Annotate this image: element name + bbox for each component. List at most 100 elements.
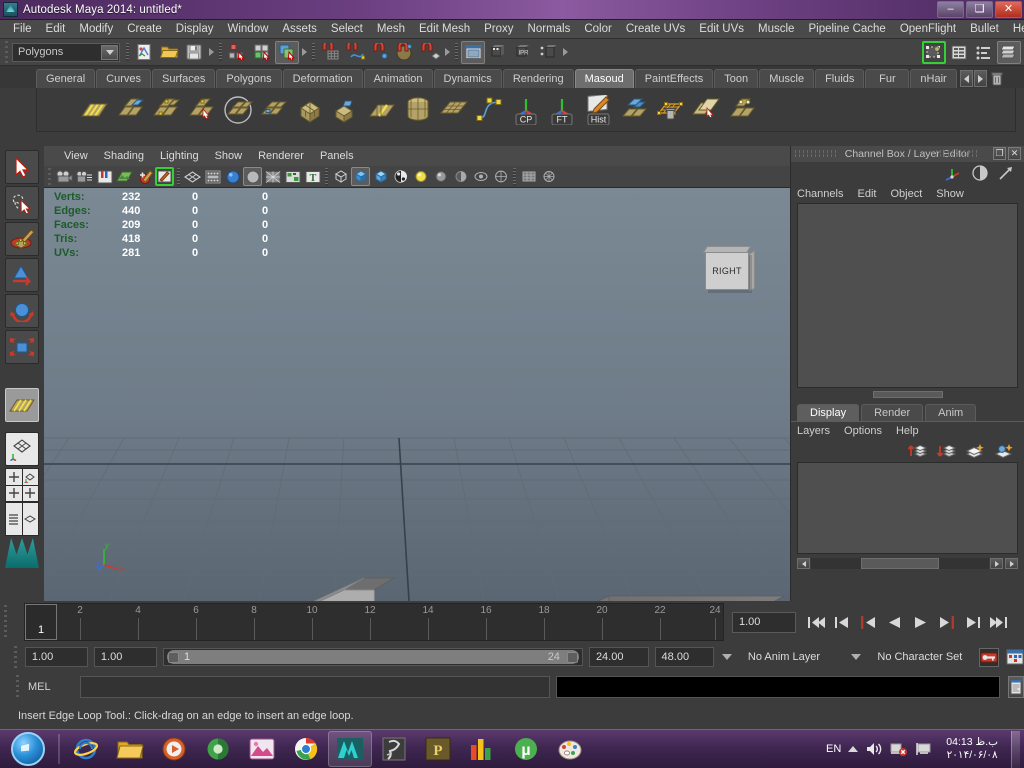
menu-edit-mesh[interactable]: Edit Mesh bbox=[412, 21, 477, 37]
shelf-prev-tab-icon[interactable] bbox=[959, 70, 973, 87]
anim-layer-selector[interactable]: No Anim Layer bbox=[739, 647, 844, 667]
shelf-tab-deformation[interactable]: Deformation bbox=[282, 69, 363, 88]
single-perspective-layout[interactable] bbox=[5, 432, 39, 466]
move-layer-up-icon[interactable] bbox=[907, 443, 927, 459]
scroll-left-arrow-icon[interactable] bbox=[797, 558, 810, 569]
use-default-light-icon[interactable]: T bbox=[303, 167, 322, 186]
layer-menu-layers[interactable]: Layers bbox=[797, 425, 830, 437]
menu-pipeline-cache[interactable]: Pipeline Cache bbox=[801, 21, 892, 37]
snap-to-view-plane-icon[interactable] bbox=[393, 41, 417, 64]
shaded-wireframe-icon[interactable] bbox=[263, 167, 282, 186]
anim-layer-dropdown-arrow-icon[interactable] bbox=[720, 648, 734, 666]
step-forward-keyframe-button[interactable] bbox=[962, 612, 982, 632]
shelf-tab-curves[interactable]: Curves bbox=[96, 69, 151, 88]
channel-box-attribute-list[interactable] bbox=[797, 203, 1018, 388]
menu-mesh[interactable]: Mesh bbox=[370, 21, 412, 37]
attribute-editor-icon[interactable] bbox=[972, 165, 988, 181]
rotate-tool[interactable] bbox=[5, 294, 39, 328]
viewport-menu-lighting[interactable]: Lighting bbox=[152, 149, 207, 163]
action-center-icon[interactable] bbox=[915, 741, 933, 757]
viewport-toolbar-divider[interactable] bbox=[175, 168, 182, 186]
range-slider-bar-control[interactable]: 1 24 bbox=[162, 648, 583, 666]
select-tool[interactable] bbox=[5, 150, 39, 184]
menu-help[interactable]: Help bbox=[1006, 21, 1024, 37]
panel-close-button[interactable]: ✕ bbox=[1008, 147, 1021, 160]
layer-tab-display[interactable]: Display bbox=[797, 404, 860, 421]
select-by-object-icon[interactable] bbox=[250, 41, 274, 64]
channel-box-icon[interactable] bbox=[997, 40, 1021, 64]
center-pivot-icon[interactable]: CP bbox=[509, 93, 542, 127]
statusline-expand-arrow-1[interactable] bbox=[207, 42, 216, 63]
shadows-icon[interactable] bbox=[431, 167, 450, 186]
scroll-right-arrow-icon[interactable] bbox=[990, 558, 1003, 569]
target-weld-tool-icon[interactable] bbox=[725, 93, 758, 127]
poly-cylinder-icon[interactable] bbox=[401, 93, 434, 127]
exposure-icon[interactable] bbox=[539, 167, 558, 186]
layout-cell-bottom-left[interactable] bbox=[6, 485, 22, 501]
smooth-shade-icon[interactable] bbox=[203, 167, 222, 186]
photo-editor-taskbar-icon[interactable]: P bbox=[416, 731, 460, 767]
menu-proxy[interactable]: Proxy bbox=[477, 21, 520, 37]
shelf-tab-polygons[interactable]: Polygons bbox=[216, 69, 282, 88]
shade-objects-icon[interactable] bbox=[351, 167, 370, 186]
channel-box-menu-object[interactable]: Object bbox=[890, 188, 930, 200]
four-view-layout[interactable] bbox=[5, 468, 39, 502]
play-forwards-button[interactable] bbox=[910, 612, 930, 632]
split-polygon-tool-icon[interactable] bbox=[149, 93, 182, 127]
command-line-grip[interactable] bbox=[14, 675, 22, 699]
view-cube-side-face[interactable] bbox=[749, 250, 755, 292]
delete-vertex-icon[interactable] bbox=[653, 93, 686, 127]
internet-explorer-taskbar-icon[interactable] bbox=[64, 731, 108, 767]
bevel-icon[interactable] bbox=[329, 93, 362, 127]
textured-icon[interactable] bbox=[283, 167, 302, 186]
open-scene-icon[interactable] bbox=[157, 41, 181, 64]
extrude-face-icon[interactable] bbox=[293, 93, 326, 127]
menu-modify[interactable]: Modify bbox=[72, 21, 120, 37]
scrollbar-thumb[interactable] bbox=[872, 390, 943, 398]
perspective-viewport[interactable]: Verts: 232 0 0 Edges: 440 0 0 Faces: 209 bbox=[44, 188, 790, 601]
show-desktop-button[interactable] bbox=[1011, 730, 1020, 768]
playback-speed-field[interactable]: 1.00 bbox=[732, 611, 796, 633]
merge-vertices-icon[interactable] bbox=[617, 93, 650, 127]
shelf-tab-surfaces[interactable]: Surfaces bbox=[151, 69, 216, 88]
menu-normals[interactable]: Normals bbox=[521, 21, 578, 37]
grease-pencil-icon[interactable] bbox=[135, 167, 154, 186]
script-editor-icon[interactable] bbox=[1008, 676, 1024, 698]
lasso-select-tool[interactable] bbox=[5, 186, 39, 220]
minimize-button[interactable]: – bbox=[937, 1, 964, 18]
channel-box-menu-show[interactable]: Show bbox=[936, 188, 972, 200]
duplicate-face-icon[interactable] bbox=[689, 93, 722, 127]
shade-options-icon[interactable] bbox=[371, 167, 390, 186]
snap-to-projected-center-icon[interactable] bbox=[418, 41, 442, 64]
viewport-toolbar-divider-3[interactable] bbox=[511, 168, 518, 186]
new-layer-icon[interactable] bbox=[965, 443, 985, 459]
shelf-tab-animation[interactable]: Animation bbox=[363, 69, 433, 88]
select-camera-icon[interactable] bbox=[55, 167, 74, 186]
attribute-editor-icon[interactable] bbox=[947, 41, 971, 64]
language-indicator[interactable]: EN bbox=[826, 743, 841, 755]
smooth-polygon-icon[interactable] bbox=[221, 93, 254, 127]
range-slider-inner[interactable] bbox=[166, 650, 579, 664]
append-to-polygon-tool-icon[interactable] bbox=[113, 93, 146, 127]
shelf-next-tab-icon[interactable] bbox=[973, 70, 987, 87]
last-tool-used[interactable] bbox=[5, 388, 39, 422]
scale-tool[interactable] bbox=[5, 330, 39, 364]
channel-box-menu-edit[interactable]: Edit bbox=[857, 188, 884, 200]
animation-preferences-icon[interactable] bbox=[1005, 648, 1024, 667]
panel-float-button[interactable]: ❐ bbox=[993, 147, 1006, 160]
new-layer-from-selected-icon[interactable] bbox=[994, 443, 1014, 459]
viewport-menu-shading[interactable]: Shading bbox=[96, 149, 152, 163]
smooth-shade-all-icon[interactable] bbox=[223, 167, 242, 186]
selection-mode-dropdown[interactable]: Polygons bbox=[12, 42, 120, 62]
statusline-expand-arrow-4[interactable] bbox=[561, 42, 570, 63]
delete-history-icon[interactable]: Hist bbox=[581, 93, 614, 127]
wireframe-icon[interactable] bbox=[183, 167, 202, 186]
shelf-tab-toon[interactable]: Toon bbox=[714, 69, 759, 88]
menu-color[interactable]: Color bbox=[577, 21, 618, 37]
menu-bullet[interactable]: Bullet bbox=[963, 21, 1006, 37]
start-button[interactable] bbox=[2, 731, 54, 768]
layout-cell-top-left[interactable] bbox=[6, 469, 22, 485]
menu-edit-uvs[interactable]: Edit UVs bbox=[692, 21, 751, 37]
xray-icon[interactable] bbox=[391, 167, 410, 186]
playback-start-time-field[interactable]: 1.00 bbox=[93, 647, 157, 667]
